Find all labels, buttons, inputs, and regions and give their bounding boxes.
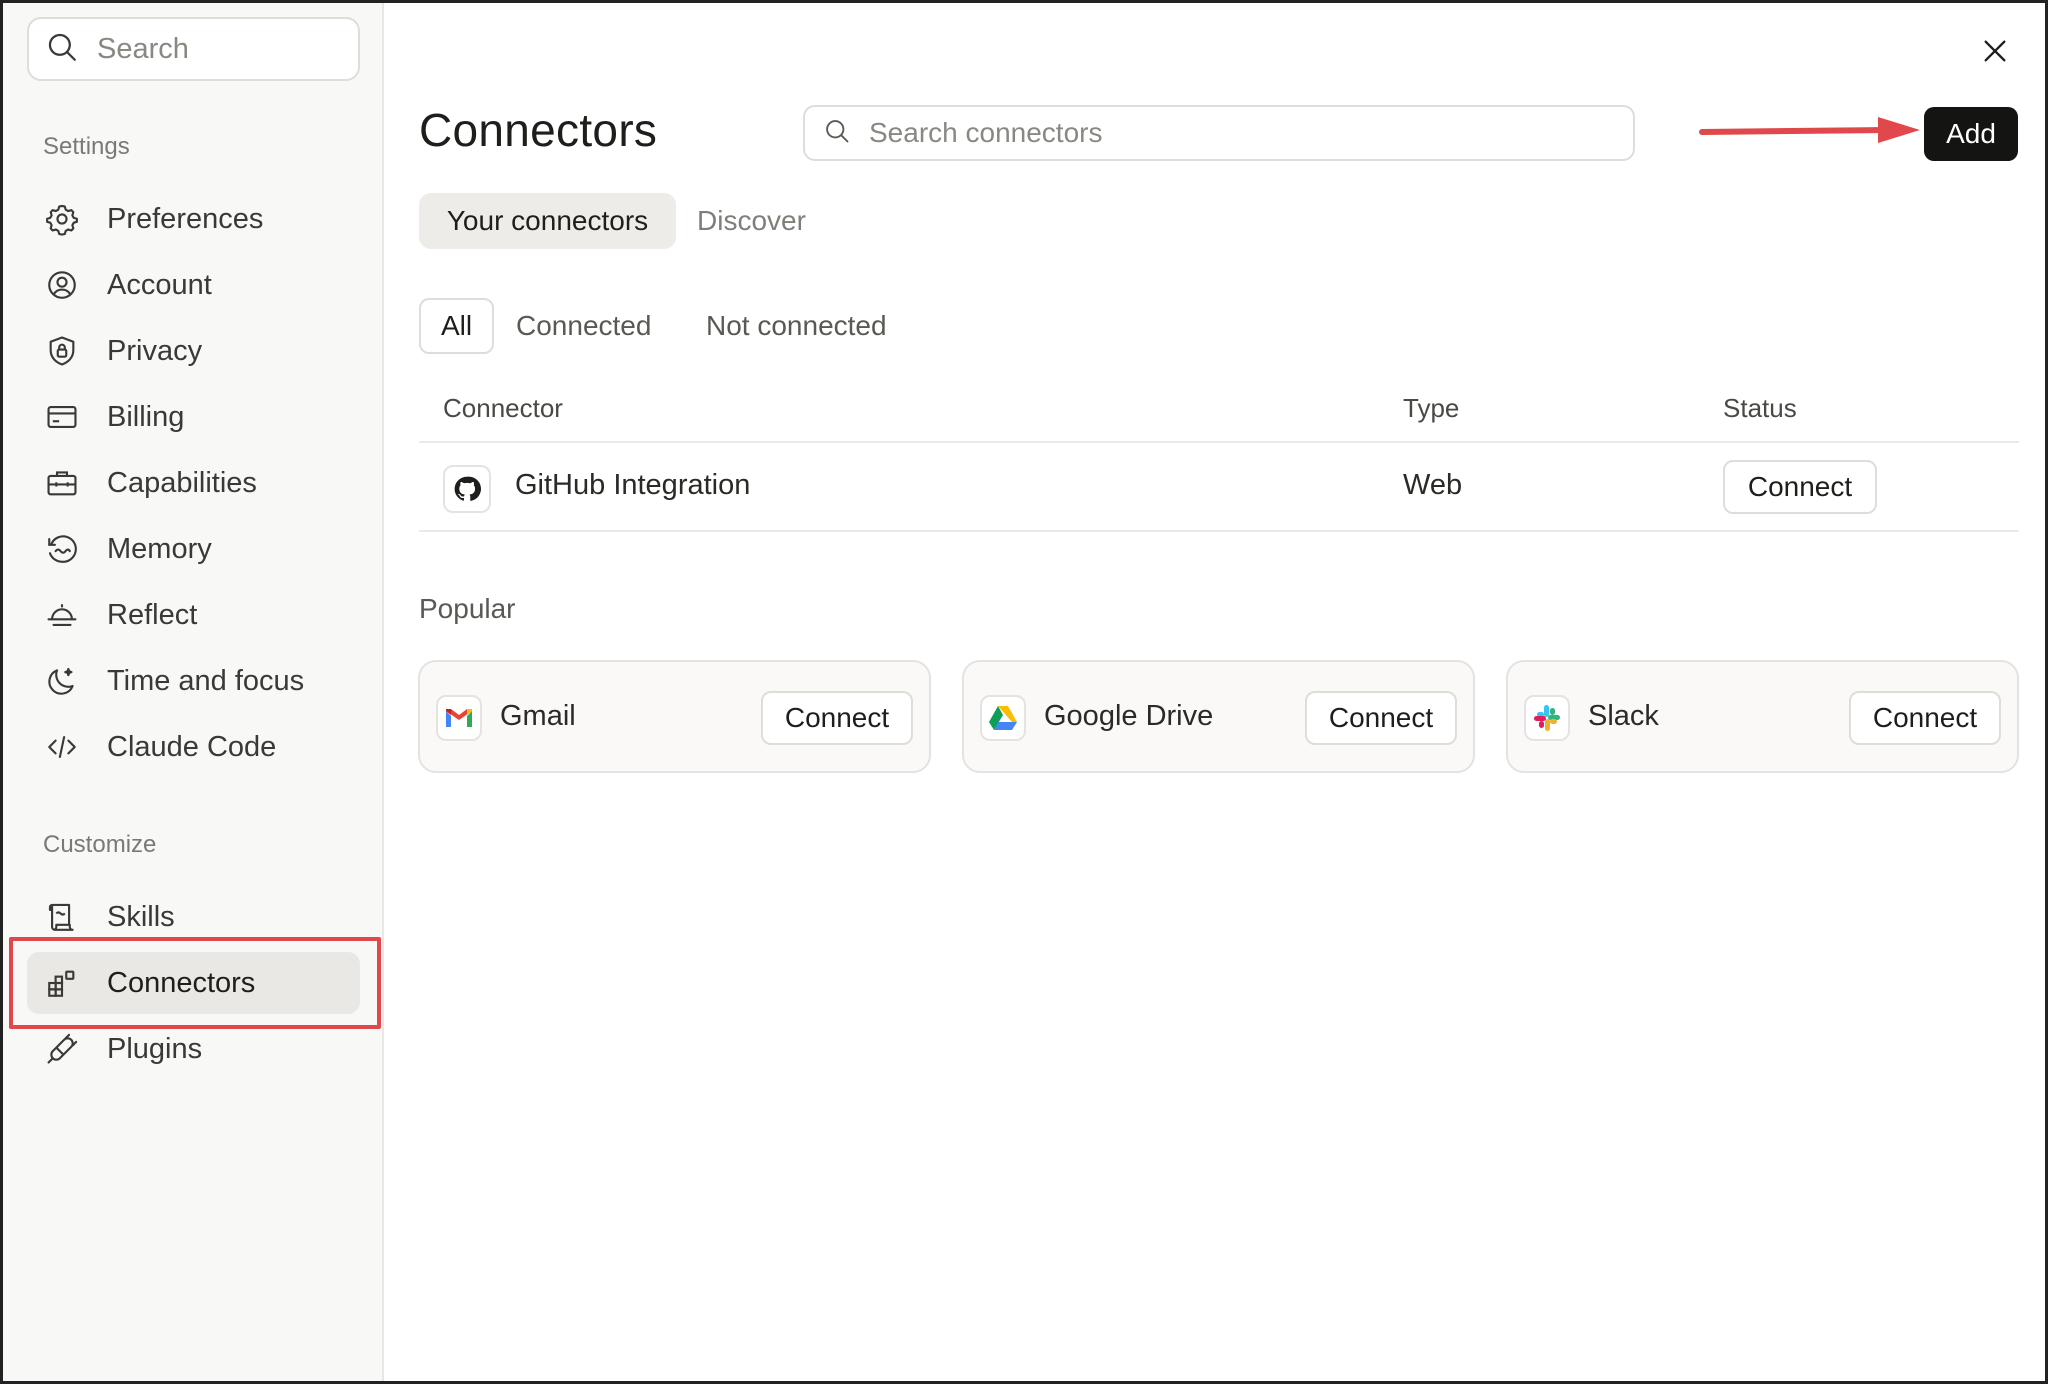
sidebar-item-privacy[interactable]: Privacy [27,320,360,382]
sidebar-item-label: Claude Code [107,730,277,763]
sidebar-search-input[interactable]: Search [27,17,360,81]
popular-card-name: Google Drive [1044,700,1214,732]
sidebar-item-label: Billing [107,400,185,433]
sidebar-item-label: Memory [107,532,212,565]
sidebar-item-label: Preferences [107,202,264,235]
tab-your-connectors[interactable]: Your connectors [419,193,676,249]
sidebar-item-label: Time and focus [107,664,305,697]
popular-card-google-drive[interactable]: Google Drive Connect [962,660,1475,773]
filter-not-connected[interactable]: Not connected [706,298,887,354]
sidebar: Search Settings Preferences Account Priv… [3,3,384,1381]
sidebar-item-label: Reflect [107,598,198,631]
memory-icon [43,530,81,568]
sidebar-item-memory[interactable]: Memory [27,518,360,580]
sidebar-item-label: Capabilities [107,466,257,499]
customize-heading: Customize [43,831,157,858]
sidebar-item-billing[interactable]: Billing [27,386,360,448]
search-connectors-placeholder: Search connectors [869,117,1103,148]
sidebar-item-capabilities[interactable]: Capabilities [27,452,360,514]
sidebar-item-label: Plugins [107,1032,203,1065]
google-drive-connect-button[interactable]: Connect [1305,691,1457,745]
slack-connect-button[interactable]: Connect [1849,691,2001,745]
close-button[interactable] [1975,31,2015,71]
column-header-type: Type [1403,393,1460,423]
search-connectors-input[interactable]: Search connectors [803,105,1635,161]
search-icon [823,117,851,150]
connector-type: Web [1403,469,1463,501]
tab-discover[interactable]: Discover [697,193,806,249]
column-header-connector: Connector [443,393,563,423]
popular-heading: Popular [419,593,516,624]
sidebar-item-account[interactable]: Account [27,254,360,316]
sidebar-search-placeholder: Search [97,32,189,65]
filter-connected[interactable]: Connected [516,298,651,354]
sidebar-item-label: Account [107,268,212,301]
popular-card-name: Gmail [500,700,576,732]
table-divider [419,441,2019,443]
gmail-icon [436,695,482,741]
connectors-highlight-annotation [9,937,381,1029]
settings-heading: Settings [43,133,130,160]
sidebar-item-time-and-focus[interactable]: Time and focus [27,650,360,712]
page-title: Connectors [419,104,658,156]
filter-all[interactable]: All [419,298,494,354]
search-icon [45,30,79,69]
popular-card-name: Slack [1588,700,1659,732]
gear-icon [43,200,81,238]
code-icon [43,728,81,766]
github-icon [443,465,491,513]
sidebar-item-reflect[interactable]: Reflect [27,584,360,646]
moon-icon [43,662,81,700]
briefcase-icon [43,464,81,502]
github-connect-button[interactable]: Connect [1723,460,1877,514]
close-icon [1984,40,2006,62]
popular-card-slack[interactable]: Slack Connect [1506,660,2019,773]
settings-window: Search Settings Preferences Account Priv… [0,0,2048,1384]
plug-icon [43,1030,81,1068]
connector-name: GitHub Integration [515,469,751,501]
arrow-annotation-icon [1699,117,1920,143]
gmail-connect-button[interactable]: Connect [761,691,913,745]
google-drive-icon [980,695,1026,741]
credit-card-icon [43,398,81,436]
add-button[interactable]: Add [1924,107,2018,161]
user-circle-icon [43,266,81,304]
column-header-status: Status [1723,393,1797,423]
slack-icon [1524,695,1570,741]
sidebar-item-claude-code[interactable]: Claude Code [27,716,360,778]
table-divider [419,530,2019,532]
shield-lock-icon [43,332,81,370]
sidebar-item-label: Privacy [107,334,203,367]
sidebar-item-label: Skills [107,900,175,933]
sidebar-item-preferences[interactable]: Preferences [27,188,360,250]
popular-card-gmail[interactable]: Gmail Connect [418,660,931,773]
scroll-icon [43,898,81,936]
sunrise-icon [43,596,81,634]
